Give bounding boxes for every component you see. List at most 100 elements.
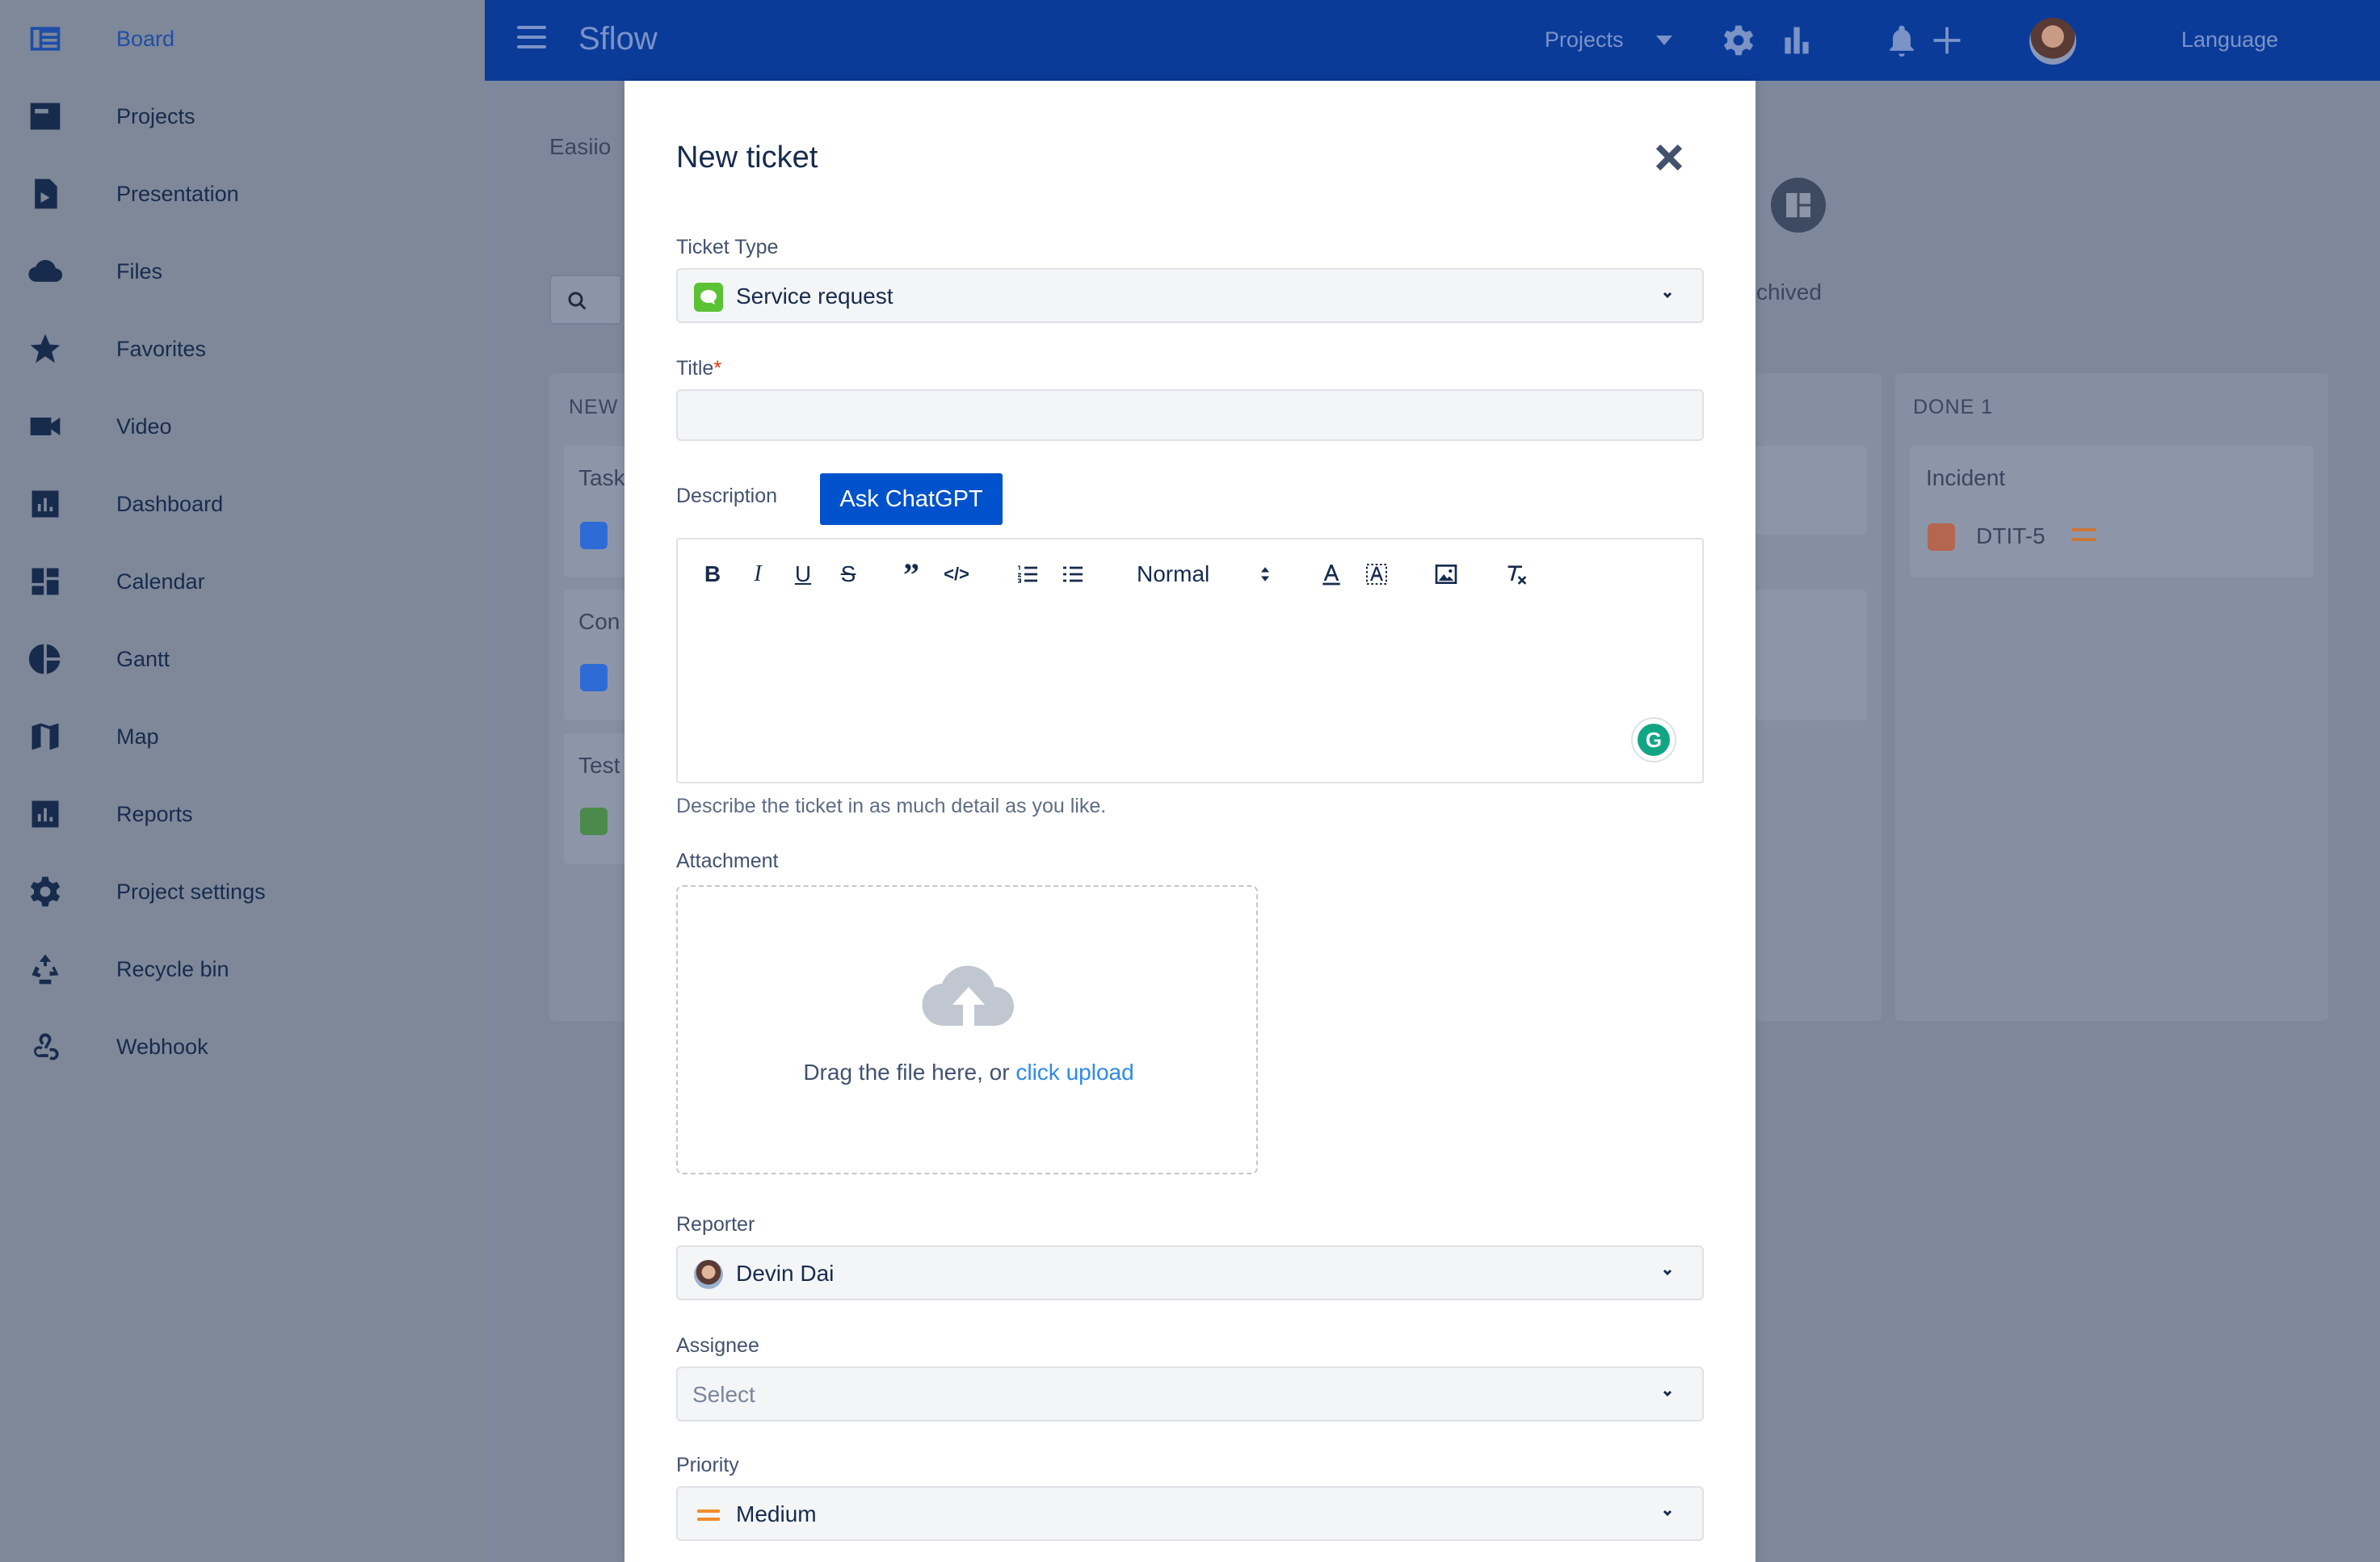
- assignee-select[interactable]: Select: [676, 1367, 1704, 1421]
- hamburger-menu-icon[interactable]: [517, 26, 546, 55]
- sidebar-item-webhook[interactable]: Webhook: [0, 1008, 485, 1085]
- assignee-placeholder: Select: [692, 1382, 755, 1407]
- archived-filter[interactable]: chived: [1756, 279, 1822, 305]
- gear-badge-icon: [580, 664, 608, 691]
- sidebar-item-presentation[interactable]: Presentation: [0, 155, 485, 233]
- sidebar-item-label: Map: [116, 724, 159, 749]
- user-avatar[interactable]: [2029, 18, 2076, 65]
- ticket-type-value: Service request: [736, 283, 894, 309]
- plus-icon[interactable]: [1929, 23, 1965, 58]
- app-name: Sflow: [578, 21, 658, 57]
- code-icon[interactable]: </>: [943, 556, 970, 593]
- heading-select[interactable]: Normal: [1137, 556, 1250, 593]
- sidebar-item-label: Presentation: [116, 181, 239, 206]
- priority-select[interactable]: Medium: [676, 1486, 1704, 1541]
- sidebar-item-label: Reports: [116, 801, 193, 826]
- description-help-text: Describe the ticket in as much detail as…: [676, 795, 1107, 817]
- chevron-down-icon: [1662, 1266, 1673, 1278]
- ask-chatgpt-button[interactable]: Ask ChatGPT: [820, 473, 1003, 525]
- board-card[interactable]: Incident DTIT-5: [1910, 446, 2314, 577]
- title-label: Title*: [676, 357, 721, 380]
- sidebar-item-projects[interactable]: Projects: [0, 78, 485, 155]
- projects-dropdown[interactable]: Projects: [1545, 27, 1624, 52]
- chat-bubble-icon: [580, 808, 608, 835]
- board-search-input[interactable]: [549, 275, 622, 325]
- sidebar-item-dashboard[interactable]: Dashboard: [0, 465, 485, 543]
- breadcrumb[interactable]: Easiio: [549, 134, 611, 160]
- sidebar-item-board[interactable]: Board: [0, 0, 485, 78]
- sidebar-item-label: Files: [116, 258, 163, 283]
- image-icon[interactable]: [1432, 556, 1460, 593]
- bar-chart-icon[interactable]: [1779, 23, 1814, 58]
- reports-icon: [27, 796, 63, 832]
- map-icon: [27, 719, 63, 754]
- caret-down-icon[interactable]: [1656, 36, 1672, 45]
- card-title: Con: [578, 609, 620, 634]
- select-arrows-icon[interactable]: [1253, 556, 1277, 593]
- ticket-type-select[interactable]: Service request: [676, 268, 1704, 323]
- board-card[interactable]: [1756, 590, 1867, 720]
- chat-bubble-icon: [694, 283, 723, 312]
- dialog-title: New ticket: [676, 141, 818, 174]
- title-input[interactable]: [676, 389, 1704, 441]
- underline-icon[interactable]: U: [789, 556, 817, 593]
- sidebar-item-gantt[interactable]: Gantt: [0, 620, 485, 698]
- sidebar-item-calendar[interactable]: Calendar: [0, 543, 485, 620]
- ticket-type-label: Ticket Type: [676, 236, 779, 258]
- background-color-icon[interactable]: [1363, 556, 1390, 593]
- click-upload-link[interactable]: click upload: [1015, 1060, 1133, 1085]
- board-icon: [27, 21, 63, 57]
- strikethrough-icon[interactable]: S: [835, 556, 862, 593]
- sidebar-item-label: Calendar: [116, 569, 205, 594]
- sidebar-item-favorites[interactable]: Favorites: [0, 310, 485, 388]
- description-label: Description: [676, 485, 778, 507]
- sidebar-item-files[interactable]: Files: [0, 233, 485, 310]
- reporter-value: Devin Dai: [736, 1261, 835, 1286]
- gear-icon[interactable]: [1721, 23, 1756, 58]
- layout-toggle-icon[interactable]: [1771, 178, 1826, 233]
- text-color-icon[interactable]: [1318, 556, 1345, 593]
- italic-icon[interactable]: I: [744, 556, 772, 593]
- board-column-done: DONE 1 Incident DTIT-5: [1895, 373, 2328, 1021]
- priority-value: Medium: [736, 1501, 817, 1526]
- column-title: DONE 1: [1913, 396, 1994, 418]
- presentation-icon: [27, 176, 63, 212]
- rich-text-editor[interactable]: B I U S ” </> Normal G: [676, 538, 1704, 783]
- clear-format-icon[interactable]: [1502, 556, 1529, 593]
- reporter-select[interactable]: Devin Dai: [676, 1245, 1704, 1300]
- title-label-text: Title: [676, 357, 714, 380]
- priority-medium-icon-bar: [2071, 538, 2096, 541]
- sidebar-item-map[interactable]: Map: [0, 698, 485, 775]
- sidebar-item-recycle-bin[interactable]: Recycle bin: [0, 930, 485, 1008]
- language-menu[interactable]: Language: [2181, 27, 2278, 52]
- bell-icon[interactable]: [1884, 23, 1920, 58]
- video-icon: [27, 409, 63, 444]
- chevron-down-icon: [1662, 1507, 1673, 1518]
- ordered-list-icon[interactable]: [1014, 556, 1041, 593]
- required-asterisk: *: [713, 357, 722, 380]
- bold-icon[interactable]: B: [699, 556, 726, 593]
- incident-icon: [1928, 523, 1955, 551]
- star-icon: [27, 331, 63, 367]
- sidebar-item-reports[interactable]: Reports: [0, 775, 485, 853]
- board-card[interactable]: Task: [564, 446, 627, 577]
- chevron-down-icon: [1662, 1388, 1673, 1399]
- board-card[interactable]: [1756, 446, 1867, 535]
- card-title: Task: [578, 465, 625, 490]
- grammarly-icon[interactable]: G: [1631, 717, 1676, 762]
- blockquote-icon[interactable]: ”: [898, 556, 925, 593]
- board-card[interactable]: Test: [564, 733, 627, 864]
- sidebar-item-video[interactable]: Video: [0, 388, 485, 465]
- sidebar-item-project-settings[interactable]: Project settings: [0, 853, 485, 930]
- search-icon: [568, 292, 587, 310]
- new-ticket-dialog: New ticket Ticket Type Service request T…: [624, 81, 1756, 1562]
- close-icon[interactable]: [1650, 139, 1688, 176]
- sidebar-item-label: Webhook: [116, 1034, 208, 1059]
- column-title: NEW: [569, 396, 619, 418]
- board-card[interactable]: Con: [564, 590, 627, 720]
- task-checkbox-icon: [580, 522, 608, 549]
- bullet-list-icon[interactable]: [1059, 556, 1087, 593]
- reporter-label: Reporter: [676, 1213, 755, 1236]
- attachment-dropzone[interactable]: Drag the file here, or click upload: [676, 885, 1258, 1174]
- calendar-icon: [27, 564, 63, 599]
